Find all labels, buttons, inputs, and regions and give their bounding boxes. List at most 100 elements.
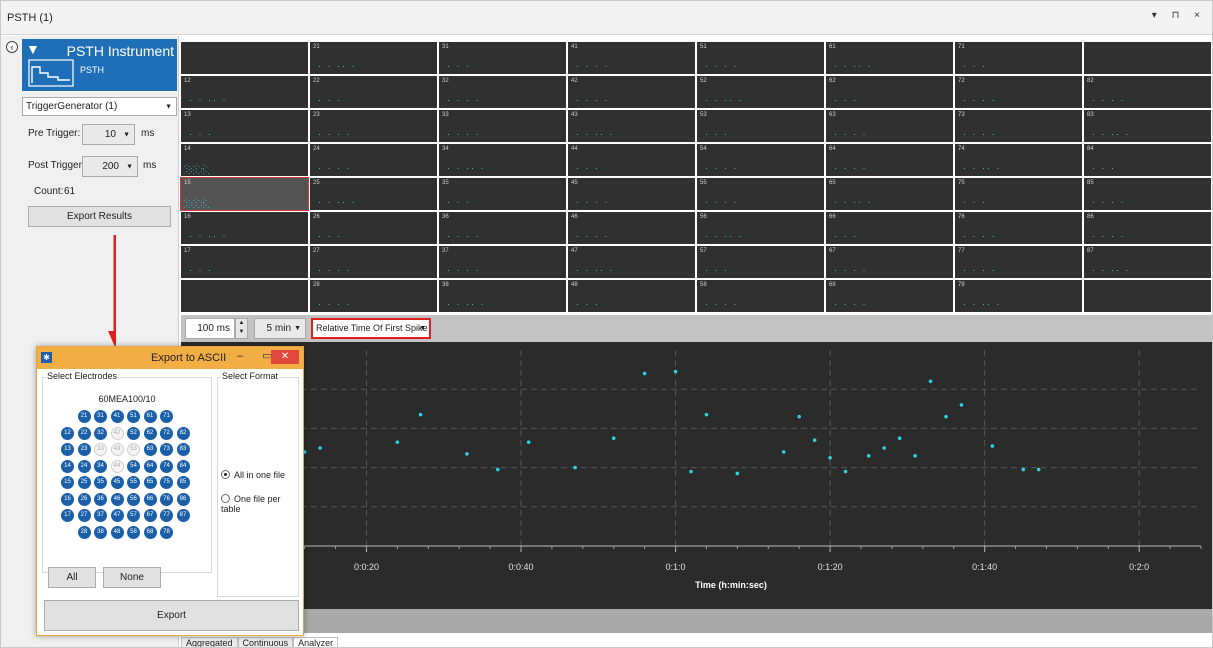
- electrode-cell-empty[interactable]: [181, 280, 308, 312]
- electrode-toggle-14[interactable]: 14: [61, 459, 74, 473]
- electrode-cell-21[interactable]: 21 · · ·· ·: [310, 42, 437, 74]
- electrode-toggle-33[interactable]: 33: [94, 443, 107, 456]
- electrode-toggle-41[interactable]: 41: [110, 410, 124, 423]
- electrode-cell-68[interactable]: 68 · · · ·: [826, 280, 953, 312]
- electrode-cell-28[interactable]: 28 · · · ·: [310, 280, 437, 312]
- electrode-cell-47[interactable]: 47 · · ·· ·: [568, 246, 695, 278]
- export-results-button[interactable]: Export Results: [28, 206, 171, 227]
- electrode-toggle-75[interactable]: 75: [160, 476, 173, 489]
- electrode-toggle-37[interactable]: 37: [94, 509, 107, 522]
- electrode-toggle-13[interactable]: 13: [61, 443, 74, 456]
- electrode-toggle-58[interactable]: 58: [127, 525, 140, 539]
- electrode-toggle-47[interactable]: 47: [110, 509, 124, 522]
- electrode-toggle-55[interactable]: 55: [127, 476, 140, 489]
- electrode-toggle-38[interactable]: 38: [94, 525, 107, 539]
- bin-size-spinner[interactable]: ▲ ▼: [235, 318, 248, 339]
- electrode-toggle-32[interactable]: 32: [94, 426, 107, 440]
- electrode-cell-empty[interactable]: [1084, 42, 1211, 74]
- electrode-toggle-86[interactable]: 86: [176, 492, 190, 506]
- electrode-cell-empty[interactable]: [181, 42, 308, 74]
- tab-analyzer[interactable]: Analyzer: [293, 637, 339, 647]
- electrode-toggle-68[interactable]: 68: [143, 525, 157, 539]
- electrode-toggle-53[interactable]: 53: [127, 443, 140, 456]
- electrode-cell-63[interactable]: 63 · · · ·: [826, 110, 953, 142]
- electrode-cell-27[interactable]: 27 · · · ·: [310, 246, 437, 278]
- electrode-cell-65[interactable]: 65 · · ·· ·: [826, 178, 953, 210]
- select-none-button[interactable]: None: [103, 567, 161, 588]
- electrode-toggle-65[interactable]: 65: [143, 476, 157, 489]
- expand-triangle-icon[interactable]: ▼: [26, 41, 40, 57]
- electrode-toggle-74[interactable]: 74: [160, 459, 173, 473]
- electrode-cell-26[interactable]: 26 · · ·: [310, 212, 437, 244]
- electrode-cell-42[interactable]: 42 · · · ·: [568, 76, 695, 108]
- window-controls[interactable]: ▾ ⊓ ×: [1152, 10, 1206, 21]
- electrode-toggle-66[interactable]: 66: [143, 492, 157, 506]
- electrode-cell-87[interactable]: 87 · · ·· ·: [1084, 246, 1211, 278]
- electrode-cell-78[interactable]: 78 · · ·· ·: [955, 280, 1082, 312]
- electrode-cell-35[interactable]: 35 · · ·: [439, 178, 566, 210]
- electrode-toggle-17[interactable]: 17: [61, 509, 74, 522]
- electrode-cell-52[interactable]: 52 · · ·· ·: [697, 76, 824, 108]
- electrode-cell-76[interactable]: 76 · · · ·: [955, 212, 1082, 244]
- electrode-cell-67[interactable]: 67 · · · ·: [826, 246, 953, 278]
- electrode-toggle-62[interactable]: 62: [143, 426, 157, 440]
- tab-continuous[interactable]: Continuous: [237, 637, 294, 647]
- electrode-cell-62[interactable]: 62 · · ·: [826, 76, 953, 108]
- electrode-cell-77[interactable]: 77 · · · ·: [955, 246, 1082, 278]
- electrode-cell-64[interactable]: 64 · · · ·: [826, 144, 953, 176]
- electrode-toggle-84[interactable]: 84: [176, 459, 190, 473]
- electrode-toggle-34[interactable]: 34: [94, 459, 107, 473]
- electrode-toggle-46[interactable]: 46: [110, 492, 124, 506]
- electrode-cell-37[interactable]: 37 · · · ·: [439, 246, 566, 278]
- electrode-cell-44[interactable]: 44 · · ·: [568, 144, 695, 176]
- electrode-toggle-56[interactable]: 56: [127, 492, 140, 506]
- electrode-toggle-64[interactable]: 64: [143, 459, 157, 473]
- electrode-toggle-36[interactable]: 36: [94, 492, 107, 506]
- electrode-toggle-57[interactable]: 57: [127, 509, 140, 522]
- post-trigger-select[interactable]: 200 ▼: [82, 156, 138, 177]
- electrode-toggle-28[interactable]: 28: [77, 525, 91, 539]
- electrode-cell-17[interactable]: 17 · · ·: [181, 246, 308, 278]
- electrode-toggle-23[interactable]: 23: [77, 443, 91, 456]
- electrode-cell-41[interactable]: 41 · · · ·: [568, 42, 695, 74]
- electrode-cell-86[interactable]: 86 · · · ·: [1084, 212, 1211, 244]
- electrode-toggle-15[interactable]: 15: [61, 476, 74, 489]
- pre-trigger-select[interactable]: 10 ▼: [82, 124, 135, 145]
- electrode-cell-71[interactable]: 71 · · ·: [955, 42, 1082, 74]
- option-one-file-per-table[interactable]: One file per table: [221, 494, 298, 514]
- electrode-cell-12[interactable]: 12 · · ·· ·: [181, 76, 308, 108]
- electrode-cell-54[interactable]: 54 · · · ·: [697, 144, 824, 176]
- electrode-cell-73[interactable]: 73 · · · ·: [955, 110, 1082, 142]
- trigger-generator-select[interactable]: TriggerGenerator (1) ▼: [22, 97, 177, 116]
- electrode-cell-31[interactable]: 31 · · ·: [439, 42, 566, 74]
- electrode-toggle-61[interactable]: 61: [143, 410, 157, 423]
- electrode-cell-53[interactable]: 53 · · ·: [697, 110, 824, 142]
- electrode-toggle-27[interactable]: 27: [77, 509, 91, 522]
- electrode-toggle-44[interactable]: 44: [110, 459, 124, 473]
- electrode-cell-74[interactable]: 74 · · ·· ·: [955, 144, 1082, 176]
- collapse-panel-icon[interactable]: ‹: [6, 41, 18, 53]
- electrode-toggle-63[interactable]: 63: [143, 443, 157, 456]
- electrode-cell-22[interactable]: 22 · · ·: [310, 76, 437, 108]
- electrode-toggle-21[interactable]: 21: [77, 410, 91, 423]
- option-all-in-one-file[interactable]: All in one file: [221, 470, 285, 480]
- electrode-cell-36[interactable]: 36 · · · ·: [439, 212, 566, 244]
- electrode-toggle-16[interactable]: 16: [61, 492, 74, 506]
- electrode-toggle-82[interactable]: 82: [176, 426, 190, 440]
- analysis-mode-select[interactable]: Relative Time Of First Spike ▼: [311, 318, 431, 339]
- electrode-toggle-52[interactable]: 52: [127, 426, 140, 440]
- electrode-cell-55[interactable]: 55 · · · ·: [697, 178, 824, 210]
- electrode-cell-48[interactable]: 48 · · ·: [568, 280, 695, 312]
- electrode-toggle-73[interactable]: 73: [160, 443, 173, 456]
- tab-aggregated[interactable]: Aggregated: [181, 637, 238, 647]
- electrode-toggle-67[interactable]: 67: [143, 509, 157, 522]
- close-icon[interactable]: ✕: [271, 350, 299, 364]
- electrode-cell-15[interactable]: 15 ·:·.·:·.:· .·:·:·.·:·.: [180, 177, 309, 211]
- electrode-toggle-25[interactable]: 25: [77, 476, 91, 489]
- electrode-cell-61[interactable]: 61 · · ·· ·: [826, 42, 953, 74]
- electrode-toggle-43[interactable]: 43: [110, 443, 124, 456]
- electrode-cell-72[interactable]: 72 · · · ·: [955, 76, 1082, 108]
- electrode-cell-33[interactable]: 33 · · · ·: [439, 110, 566, 142]
- electrode-cell-13[interactable]: 13 · · ·: [181, 110, 308, 142]
- electrode-toggle-76[interactable]: 76: [160, 492, 173, 506]
